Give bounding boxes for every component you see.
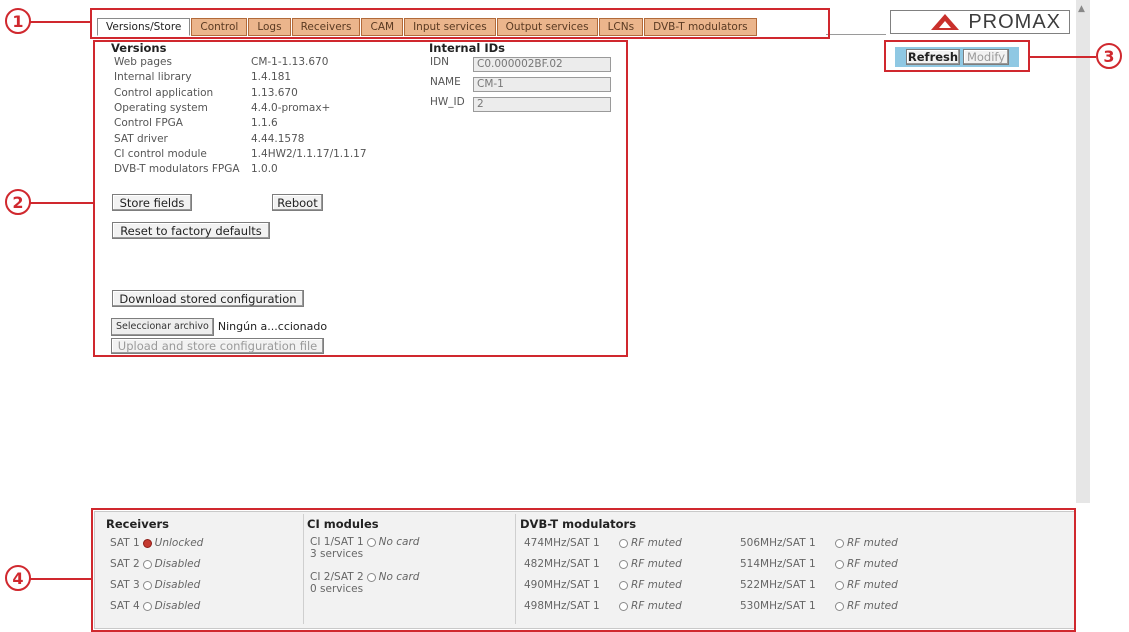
callout-line	[1030, 56, 1096, 58]
annotation-box-status	[91, 508, 1076, 632]
callout-2: 2	[5, 189, 31, 215]
callout-4: 4	[5, 565, 31, 591]
callout-1: 1	[5, 8, 31, 34]
scroll-up-icon[interactable]: ▲	[1078, 4, 1085, 14]
vertical-scrollbar[interactable]	[1076, 0, 1090, 503]
callout-line	[30, 578, 92, 580]
promax-logo: PROMAX	[890, 10, 1070, 34]
callout-line	[30, 21, 91, 23]
annotation-box-versions	[93, 40, 628, 357]
tab-divider	[826, 34, 886, 35]
promax-logo-icon	[931, 14, 960, 30]
callout-3: 3	[1096, 43, 1122, 69]
brand-name: PROMAX	[968, 10, 1061, 33]
callout-line	[30, 202, 94, 204]
annotation-box-refresh	[884, 40, 1030, 72]
annotation-box-tabs	[90, 8, 830, 39]
